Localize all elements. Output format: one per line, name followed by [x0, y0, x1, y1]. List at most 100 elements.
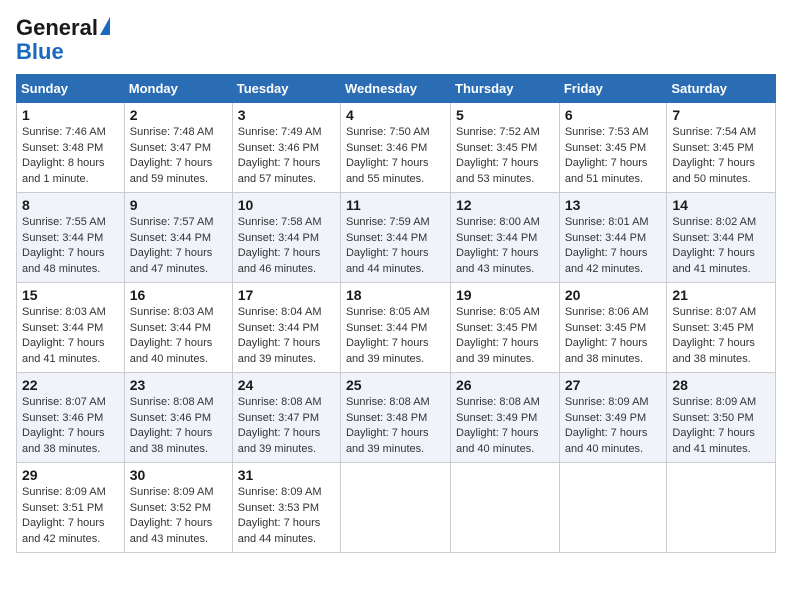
day-info: Sunrise: 8:08 AMSunset: 3:48 PMDaylight:…: [346, 395, 445, 457]
day-info: Sunrise: 8:03 AMSunset: 3:44 PMDaylight:…: [130, 305, 227, 367]
day-info: Sunrise: 8:09 AMSunset: 3:51 PMDaylight:…: [22, 485, 119, 547]
day-number: 16: [130, 287, 227, 303]
calendar-cell: 4 Sunrise: 7:50 AMSunset: 3:46 PMDayligh…: [340, 103, 450, 193]
day-header-tuesday: Tuesday: [232, 75, 340, 103]
day-header-friday: Friday: [559, 75, 667, 103]
day-number: 22: [22, 377, 119, 393]
day-number: 30: [130, 467, 227, 483]
calendar-cell: [340, 463, 450, 553]
day-number: 15: [22, 287, 119, 303]
day-number: 12: [456, 197, 554, 213]
day-number: 3: [238, 107, 335, 123]
calendar-cell: 2 Sunrise: 7:48 AMSunset: 3:47 PMDayligh…: [124, 103, 232, 193]
calendar-cell: [451, 463, 560, 553]
calendar-cell: 12 Sunrise: 8:00 AMSunset: 3:44 PMDaylig…: [451, 193, 560, 283]
logo-text: General: [16, 16, 110, 40]
day-info: Sunrise: 8:00 AMSunset: 3:44 PMDaylight:…: [456, 215, 554, 277]
calendar-cell: 27 Sunrise: 8:09 AMSunset: 3:49 PMDaylig…: [559, 373, 667, 463]
logo-blue: Blue: [16, 40, 64, 64]
day-info: Sunrise: 8:07 AMSunset: 3:46 PMDaylight:…: [22, 395, 119, 457]
day-number: 11: [346, 197, 445, 213]
calendar-cell: 8 Sunrise: 7:55 AMSunset: 3:44 PMDayligh…: [17, 193, 125, 283]
day-number: 17: [238, 287, 335, 303]
calendar-cell: 26 Sunrise: 8:08 AMSunset: 3:49 PMDaylig…: [451, 373, 560, 463]
calendar-cell: [667, 463, 776, 553]
calendar-week-3: 15 Sunrise: 8:03 AMSunset: 3:44 PMDaylig…: [17, 283, 776, 373]
calendar-cell: 11 Sunrise: 7:59 AMSunset: 3:44 PMDaylig…: [340, 193, 450, 283]
day-info: Sunrise: 7:49 AMSunset: 3:46 PMDaylight:…: [238, 125, 335, 187]
day-info: Sunrise: 8:02 AMSunset: 3:44 PMDaylight:…: [672, 215, 770, 277]
page-header: General Blue: [16, 16, 776, 64]
calendar-cell: 24 Sunrise: 8:08 AMSunset: 3:47 PMDaylig…: [232, 373, 340, 463]
calendar-cell: 15 Sunrise: 8:03 AMSunset: 3:44 PMDaylig…: [17, 283, 125, 373]
day-info: Sunrise: 8:09 AMSunset: 3:50 PMDaylight:…: [672, 395, 770, 457]
day-number: 24: [238, 377, 335, 393]
day-info: Sunrise: 7:48 AMSunset: 3:47 PMDaylight:…: [130, 125, 227, 187]
day-number: 2: [130, 107, 227, 123]
calendar-week-5: 29 Sunrise: 8:09 AMSunset: 3:51 PMDaylig…: [17, 463, 776, 553]
day-number: 31: [238, 467, 335, 483]
day-number: 1: [22, 107, 119, 123]
calendar-cell: 7 Sunrise: 7:54 AMSunset: 3:45 PMDayligh…: [667, 103, 776, 193]
calendar-cell: 20 Sunrise: 8:06 AMSunset: 3:45 PMDaylig…: [559, 283, 667, 373]
calendar-cell: 28 Sunrise: 8:09 AMSunset: 3:50 PMDaylig…: [667, 373, 776, 463]
day-info: Sunrise: 7:54 AMSunset: 3:45 PMDaylight:…: [672, 125, 770, 187]
day-info: Sunrise: 8:08 AMSunset: 3:46 PMDaylight:…: [130, 395, 227, 457]
day-header-monday: Monday: [124, 75, 232, 103]
day-info: Sunrise: 8:07 AMSunset: 3:45 PMDaylight:…: [672, 305, 770, 367]
calendar-table: SundayMondayTuesdayWednesdayThursdayFrid…: [16, 74, 776, 553]
day-info: Sunrise: 8:09 AMSunset: 3:49 PMDaylight:…: [565, 395, 662, 457]
day-number: 8: [22, 197, 119, 213]
day-info: Sunrise: 7:59 AMSunset: 3:44 PMDaylight:…: [346, 215, 445, 277]
day-info: Sunrise: 7:58 AMSunset: 3:44 PMDaylight:…: [238, 215, 335, 277]
calendar-cell: 19 Sunrise: 8:05 AMSunset: 3:45 PMDaylig…: [451, 283, 560, 373]
calendar-cell: 13 Sunrise: 8:01 AMSunset: 3:44 PMDaylig…: [559, 193, 667, 283]
day-info: Sunrise: 7:57 AMSunset: 3:44 PMDaylight:…: [130, 215, 227, 277]
calendar-cell: 30 Sunrise: 8:09 AMSunset: 3:52 PMDaylig…: [124, 463, 232, 553]
day-header-saturday: Saturday: [667, 75, 776, 103]
day-number: 27: [565, 377, 662, 393]
day-info: Sunrise: 8:06 AMSunset: 3:45 PMDaylight:…: [565, 305, 662, 367]
day-header-wednesday: Wednesday: [340, 75, 450, 103]
logo: General Blue: [16, 16, 110, 64]
day-number: 28: [672, 377, 770, 393]
day-number: 21: [672, 287, 770, 303]
calendar-cell: 18 Sunrise: 8:05 AMSunset: 3:44 PMDaylig…: [340, 283, 450, 373]
day-info: Sunrise: 7:55 AMSunset: 3:44 PMDaylight:…: [22, 215, 119, 277]
day-number: 25: [346, 377, 445, 393]
day-info: Sunrise: 8:09 AMSunset: 3:53 PMDaylight:…: [238, 485, 335, 547]
day-number: 6: [565, 107, 662, 123]
calendar-cell: 17 Sunrise: 8:04 AMSunset: 3:44 PMDaylig…: [232, 283, 340, 373]
calendar-cell: 9 Sunrise: 7:57 AMSunset: 3:44 PMDayligh…: [124, 193, 232, 283]
calendar-cell: 1 Sunrise: 7:46 AMSunset: 3:48 PMDayligh…: [17, 103, 125, 193]
calendar-header-row: SundayMondayTuesdayWednesdayThursdayFrid…: [17, 75, 776, 103]
calendar-cell: 29 Sunrise: 8:09 AMSunset: 3:51 PMDaylig…: [17, 463, 125, 553]
day-info: Sunrise: 8:08 AMSunset: 3:49 PMDaylight:…: [456, 395, 554, 457]
day-number: 20: [565, 287, 662, 303]
day-number: 9: [130, 197, 227, 213]
day-info: Sunrise: 8:05 AMSunset: 3:45 PMDaylight:…: [456, 305, 554, 367]
day-number: 26: [456, 377, 554, 393]
day-number: 14: [672, 197, 770, 213]
day-info: Sunrise: 8:05 AMSunset: 3:44 PMDaylight:…: [346, 305, 445, 367]
calendar-cell: 21 Sunrise: 8:07 AMSunset: 3:45 PMDaylig…: [667, 283, 776, 373]
calendar-cell: 3 Sunrise: 7:49 AMSunset: 3:46 PMDayligh…: [232, 103, 340, 193]
day-number: 23: [130, 377, 227, 393]
day-info: Sunrise: 8:01 AMSunset: 3:44 PMDaylight:…: [565, 215, 662, 277]
day-info: Sunrise: 7:53 AMSunset: 3:45 PMDaylight:…: [565, 125, 662, 187]
calendar-cell: 5 Sunrise: 7:52 AMSunset: 3:45 PMDayligh…: [451, 103, 560, 193]
day-number: 13: [565, 197, 662, 213]
day-number: 5: [456, 107, 554, 123]
calendar-cell: 10 Sunrise: 7:58 AMSunset: 3:44 PMDaylig…: [232, 193, 340, 283]
day-info: Sunrise: 8:03 AMSunset: 3:44 PMDaylight:…: [22, 305, 119, 367]
calendar-week-2: 8 Sunrise: 7:55 AMSunset: 3:44 PMDayligh…: [17, 193, 776, 283]
calendar-cell: 6 Sunrise: 7:53 AMSunset: 3:45 PMDayligh…: [559, 103, 667, 193]
day-header-thursday: Thursday: [451, 75, 560, 103]
day-number: 19: [456, 287, 554, 303]
day-number: 4: [346, 107, 445, 123]
calendar-cell: 14 Sunrise: 8:02 AMSunset: 3:44 PMDaylig…: [667, 193, 776, 283]
calendar-cell: 23 Sunrise: 8:08 AMSunset: 3:46 PMDaylig…: [124, 373, 232, 463]
calendar-cell: 22 Sunrise: 8:07 AMSunset: 3:46 PMDaylig…: [17, 373, 125, 463]
day-header-sunday: Sunday: [17, 75, 125, 103]
day-info: Sunrise: 7:52 AMSunset: 3:45 PMDaylight:…: [456, 125, 554, 187]
